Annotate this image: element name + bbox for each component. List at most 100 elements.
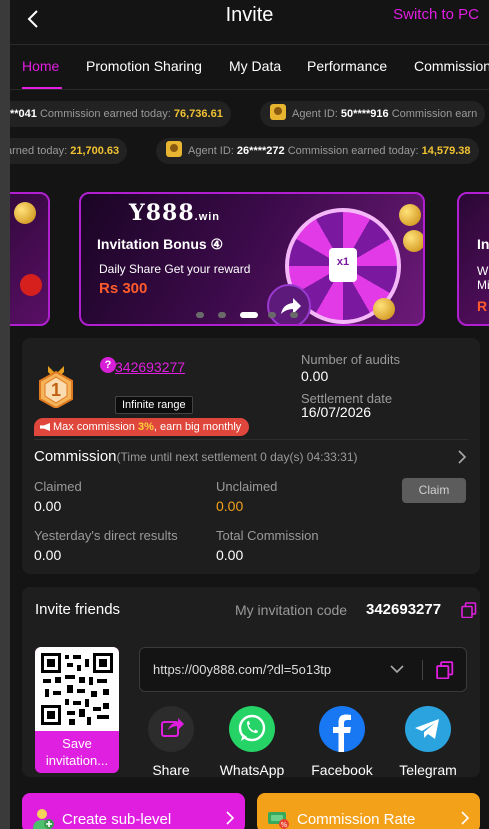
switch-to-pc-link[interactable]: Switch to PC: [393, 6, 479, 23]
banner-slide-next[interactable]: In W Mi R: [457, 192, 489, 326]
divider: [34, 439, 468, 440]
add-user-icon: [33, 809, 54, 829]
total-commission-label: Total Commission: [216, 528, 319, 543]
tab-performance[interactable]: Performance: [307, 58, 387, 74]
banner-slide-previous[interactable]: [10, 192, 50, 326]
save-invitation-label: Save invitation...: [45, 736, 109, 768]
app-container: Invite Switch to PC Home Promotion Shari…: [10, 0, 489, 829]
carousel-dot-active[interactable]: [240, 312, 258, 318]
left-edge-rail: [0, 0, 10, 829]
ticker-row-2: arned today: 21,700.63 Agent ID: 26****2…: [10, 138, 489, 164]
banner-title: Invitation Bonus ④: [97, 236, 224, 252]
range-badge: Infinite range: [115, 396, 193, 414]
commission-card: 1 ? 342693277 Infinite range Max commiss…: [22, 338, 480, 574]
tab-bar: Home Promotion Sharing My Data Performan…: [10, 44, 489, 90]
coin-icon: [399, 204, 421, 226]
wheel-multiplier: x1: [329, 248, 357, 282]
whatsapp-share-button[interactable]: WhatsApp: [212, 706, 292, 778]
banner-share-icon[interactable]: [267, 284, 311, 324]
settlement-countdown: (Time until next settlement 0 day(s) 04:…: [116, 450, 358, 464]
ticker-pill: arned today: 21,700.63: [10, 138, 128, 164]
tab-home[interactable]: Home: [22, 58, 59, 74]
copy-link-icon[interactable]: [436, 661, 454, 679]
save-invitation-qr-button[interactable]: Save invitation...: [35, 647, 119, 773]
commission-title[interactable]: Commission(Time until next settlement 0 …: [34, 448, 358, 465]
ticker-row-1: **041 Commission earned today: 76,736.61…: [10, 101, 489, 127]
facebook-share-button[interactable]: Facebook: [302, 706, 382, 778]
divider: [422, 660, 423, 680]
create-sub-level-label: Create sub-level: [62, 811, 172, 828]
active-tab-indicator: [22, 87, 62, 89]
ticker-pill: Agent ID: 50****916 Commission earn: [260, 101, 486, 127]
gem-icon: [14, 202, 36, 224]
banner-next-sub: W: [477, 264, 489, 278]
invitation-code-label: My invitation code: [235, 602, 348, 618]
telegram-icon: [405, 706, 451, 752]
create-sub-level-button[interactable]: Create sub-level: [22, 793, 245, 829]
commission-rate-label: Commission Rate: [297, 811, 416, 828]
carousel-dot[interactable]: [268, 312, 276, 318]
agent-id: 26****272: [236, 145, 285, 157]
banner-prize: Rs 300: [99, 280, 148, 297]
help-icon[interactable]: ?: [100, 357, 116, 373]
chevron-right-icon[interactable]: [456, 449, 468, 465]
invitation-link-field[interactable]: https://00y888.com/?dl=5o13tp: [139, 647, 467, 692]
yesterday-label: Yesterday's direct results: [34, 528, 178, 543]
ticker-label: Commission earned today:: [287, 145, 419, 157]
agent-avatar-icon: [270, 104, 286, 120]
ticker-pill: **041 Commission earned today: 76,736.61: [10, 101, 231, 127]
claimed-label: Claimed: [34, 479, 82, 494]
coin-icon: [403, 230, 423, 252]
ticker-label: Agent ID:: [188, 145, 234, 157]
share-button[interactable]: Share: [131, 706, 211, 778]
banner-carousel[interactable]: Y888.win Invitation Bonus ④ Daily Share …: [10, 178, 489, 328]
medal-rank: 1: [50, 380, 61, 400]
claimed-value: 0.00: [34, 498, 62, 514]
carousel-dot[interactable]: [196, 312, 204, 318]
tab-commission[interactable]: Commission: [414, 58, 489, 74]
banner-next-prize: R: [477, 298, 488, 314]
money-percent-icon: %: [268, 812, 289, 829]
svg-text:%: %: [281, 821, 288, 829]
ticker-amount: 76,736.61: [173, 108, 223, 120]
invite-friends-card: Invite friends My invitation code 342693…: [22, 587, 480, 778]
claim-button[interactable]: Claim: [402, 478, 466, 503]
chevron-down-icon[interactable]: [390, 664, 404, 674]
telegram-label: Telegram: [399, 762, 457, 778]
copy-code-icon[interactable]: [461, 602, 477, 618]
megaphone-icon: [40, 423, 50, 431]
carousel-dot[interactable]: [218, 312, 226, 318]
qr-code: [35, 647, 119, 731]
agent-id: 50****916: [340, 108, 389, 120]
ticker-amount: 21,700.63: [70, 145, 120, 157]
header: Invite Switch to PC: [10, 0, 489, 44]
agent-code-link[interactable]: 342693277: [115, 359, 185, 375]
ticker-label: Commission earned today:: [39, 108, 171, 120]
tab-my-data[interactable]: My Data: [229, 58, 281, 74]
brand-logo: Y888.win: [129, 200, 221, 226]
telegram-share-button[interactable]: Telegram: [388, 706, 468, 778]
commission-rate-button[interactable]: % Commission Rate: [257, 793, 480, 829]
banner-next-title: In: [477, 236, 489, 252]
coin-icon: [373, 298, 395, 320]
facebook-icon: [319, 706, 365, 752]
banner-subtitle: Daily Share Get your reward: [99, 262, 251, 276]
agent-id: **041: [10, 108, 37, 120]
banner-slide-invitation-bonus[interactable]: Y888.win Invitation Bonus ④ Daily Share …: [79, 192, 425, 326]
unclaimed-label: Unclaimed: [216, 479, 278, 494]
facebook-label: Facebook: [311, 762, 373, 778]
chevron-right-icon: [226, 811, 235, 825]
carousel-dot[interactable]: [290, 312, 298, 318]
audits-label: Number of audits: [301, 352, 400, 367]
audits-value: 0.00: [301, 368, 329, 384]
tab-promotion-sharing[interactable]: Promotion Sharing: [86, 58, 202, 74]
whatsapp-label: WhatsApp: [219, 762, 285, 778]
invitation-code-value: 342693277: [366, 601, 442, 618]
ticker-label: arned today:: [10, 145, 68, 157]
ticker-pill: Agent ID: 26****272 Commission earned to…: [156, 138, 479, 164]
max-commission-banner: Max commission 3%, earn big monthly: [34, 418, 250, 436]
invitation-link-text: https://00y888.com/?dl=5o13tp: [153, 662, 332, 677]
share-icon: [148, 706, 194, 752]
share-label: Share: [152, 762, 190, 778]
total-commission-value: 0.00: [216, 547, 244, 563]
